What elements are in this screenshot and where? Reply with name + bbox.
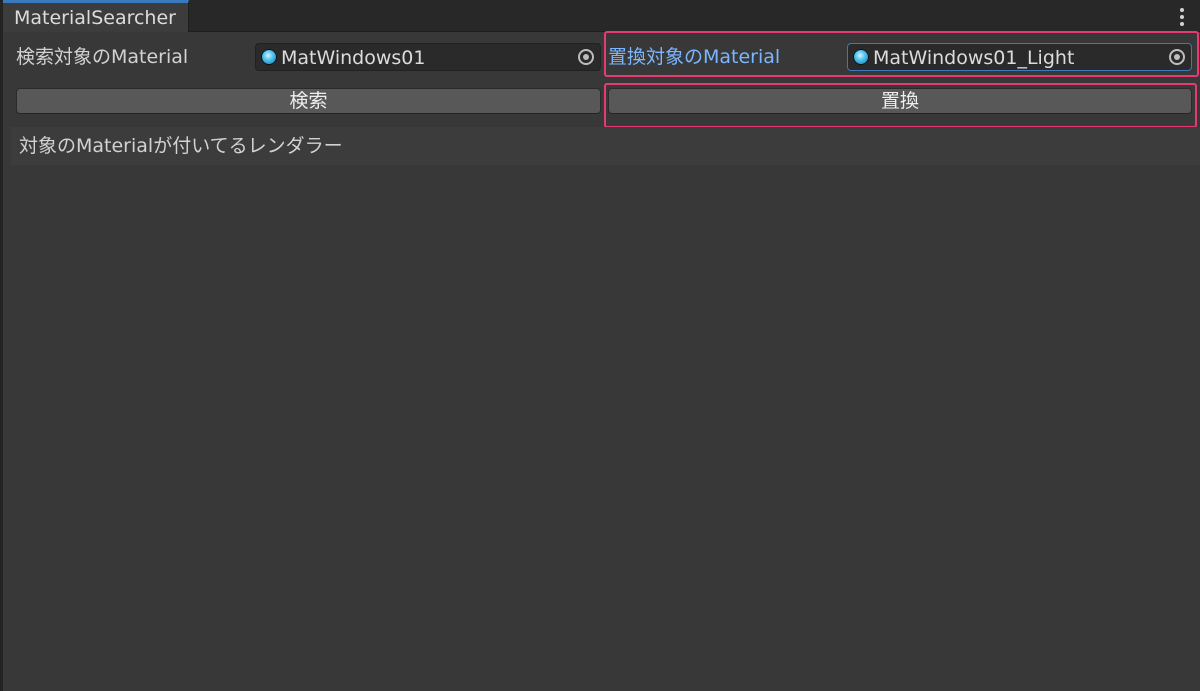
search-material-label: 検索対象のMaterial xyxy=(16,46,189,68)
search-material-field[interactable]: MatWindows01 xyxy=(255,43,601,71)
tab-material-searcher[interactable]: MaterialSearcher xyxy=(3,0,189,32)
menu-dot xyxy=(1180,22,1184,26)
tab-title: MaterialSearcher xyxy=(14,7,176,29)
replace-material-label: 置換対象のMaterial xyxy=(608,46,781,68)
menu-dot xyxy=(1180,15,1184,19)
results-header: 対象のMaterialが付いてるレンダラー xyxy=(11,127,1200,165)
material-searcher-window: MaterialSearcher 検索対象のMaterial MatWindow… xyxy=(0,0,1200,691)
replace-button[interactable]: 置換 xyxy=(608,88,1192,114)
object-picker-icon[interactable] xyxy=(1169,49,1185,65)
object-picker-icon[interactable] xyxy=(578,49,594,65)
search-material-value: MatWindows01 xyxy=(281,47,426,69)
results-list[interactable] xyxy=(11,165,1200,691)
search-button[interactable]: 検索 xyxy=(16,88,601,114)
results-header-label: 対象のMaterialが付いてるレンダラー xyxy=(19,135,343,157)
menu-dot xyxy=(1180,8,1184,12)
material-icon xyxy=(261,49,277,65)
replace-material-field[interactable]: MatWindows01_Light xyxy=(847,43,1192,71)
replace-material-value: MatWindows01_Light xyxy=(873,47,1075,69)
tab-bar: MaterialSearcher xyxy=(3,0,1200,32)
more-options-icon[interactable] xyxy=(1171,6,1193,28)
material-icon xyxy=(853,49,869,65)
